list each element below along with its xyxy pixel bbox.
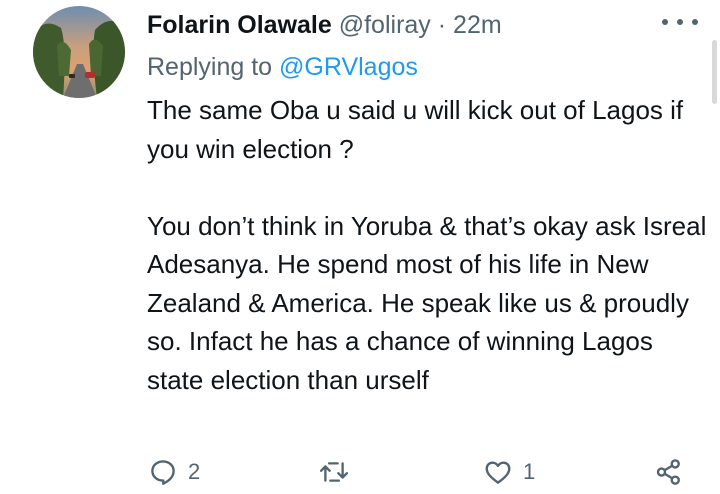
retweet-button[interactable]: [318, 452, 360, 492]
replying-to: Replying to @GRVlagos: [147, 50, 418, 84]
author-name[interactable]: Folarin Olawale: [147, 11, 332, 39]
reply-icon: [151, 460, 175, 485]
action-bar: 2 1: [0, 452, 720, 492]
like-count: 1: [523, 459, 536, 484]
share-icon: [656, 459, 680, 485]
more-dot: [662, 19, 668, 25]
more-dot: [677, 19, 683, 25]
share-button[interactable]: [654, 452, 684, 492]
reply-button[interactable]: 2: [148, 452, 200, 492]
tweet-paragraph: You don’t think in Yoruba & that’s okay …: [147, 210, 707, 395]
tweet-paragraph: The same Oba u said u will kick out of L…: [147, 95, 684, 164]
heart-icon: [485, 461, 511, 484]
scrollbar[interactable]: [712, 40, 717, 104]
header-separator: ·: [437, 11, 447, 39]
timestamp[interactable]: 22m: [453, 11, 502, 39]
tweet-text: The same Oba u said u will kick out of L…: [147, 91, 707, 399]
like-button[interactable]: 1: [483, 452, 535, 492]
reply-prefix: Replying to: [147, 53, 273, 81]
author-handle[interactable]: @foliray: [339, 11, 431, 39]
reply-count: 2: [188, 459, 201, 484]
avatar-image: [33, 6, 125, 98]
more-dot: [692, 19, 698, 25]
reply-mention-link[interactable]: @GRVlagos: [279, 53, 418, 81]
retweet-icon: [319, 462, 349, 482]
avatar[interactable]: [33, 6, 125, 98]
tweet-header: Folarin Olawale @foliray · 22m: [147, 8, 502, 42]
more-icon[interactable]: [662, 10, 698, 34]
